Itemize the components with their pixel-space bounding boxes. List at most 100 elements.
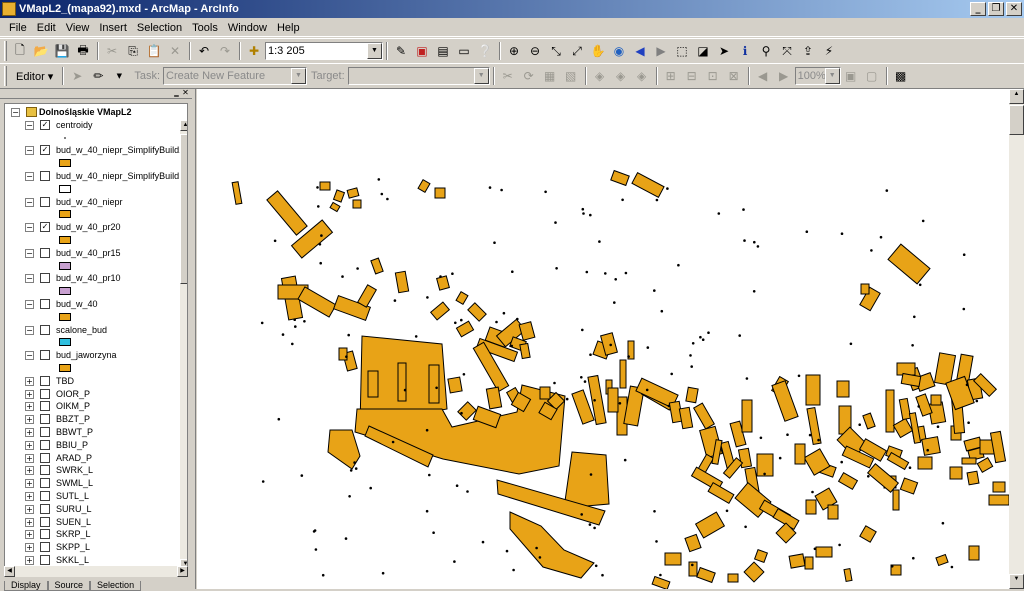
building-polygon[interactable] [992, 481, 1006, 493]
toc-layer-row[interactable]: + BBIU_P [9, 439, 177, 452]
building-polygon[interactable] [607, 387, 619, 413]
layer-symbol-row[interactable] [9, 311, 177, 324]
building-polygon[interactable] [370, 257, 384, 275]
go-to-xy-icon[interactable]: ⇪ [798, 41, 818, 61]
scroll-thumb[interactable] [1009, 105, 1024, 135]
measure-icon[interactable]: ⤧ [777, 41, 797, 61]
collapse-icon[interactable]: − [25, 171, 34, 181]
redo-icon[interactable]: ↷ [215, 41, 235, 61]
building-polygon[interactable] [915, 393, 933, 417]
collapse-icon[interactable]: − [11, 108, 20, 117]
menu-window[interactable]: Window [223, 22, 272, 34]
layer-symbol-row[interactable] [9, 285, 177, 298]
building-polygon[interactable] [741, 399, 753, 433]
whats-this-icon[interactable]: ❔ [475, 41, 495, 61]
building-polygon[interactable] [319, 181, 331, 191]
close-button[interactable]: ✕ [1006, 2, 1022, 16]
add-data-icon[interactable]: ✚ [244, 41, 264, 61]
building-polygon[interactable] [968, 545, 980, 561]
building-polygon[interactable] [707, 481, 735, 505]
toc-layer-row[interactable]: − scalone_bud [9, 324, 177, 337]
back-arrow-icon[interactable]: ◀ [630, 41, 650, 61]
building-polygon[interactable] [694, 511, 726, 539]
building-polygon[interactable] [885, 389, 895, 433]
toc-layer-row[interactable]: − bud_w_40_pr10 [9, 272, 177, 285]
toc-layer-row[interactable]: − ✓ bud_w_40_niepr_SimplifyBuild1 [9, 144, 184, 157]
open-folder-icon[interactable]: 📂 [31, 41, 51, 61]
layer-visibility-checkbox[interactable] [40, 542, 50, 553]
building-polygon[interactable] [509, 511, 595, 579]
building-polygon[interactable] [455, 320, 475, 338]
layer-visibility-checkbox[interactable] [40, 247, 50, 258]
restore-button[interactable]: ❐ [988, 2, 1004, 16]
editor-toolbar-icon[interactable]: ✎ [391, 41, 411, 61]
layer-visibility-checkbox[interactable] [40, 439, 50, 450]
building-polygon[interactable] [805, 499, 817, 515]
toc-layer-row[interactable]: + OIOR_P [9, 388, 177, 401]
layer-visibility-checkbox[interactable] [40, 490, 50, 501]
sketch-properties-icon[interactable]: ▧ [561, 66, 581, 86]
toc-layer-row[interactable]: + BBZT_P [9, 413, 177, 426]
collapse-icon[interactable]: − [25, 274, 34, 284]
building-polygon[interactable] [771, 380, 799, 422]
layer-visibility-checkbox[interactable] [40, 170, 50, 181]
layer-symbol-row[interactable] [9, 260, 177, 273]
toc-layer-row[interactable]: − bud_jaworzyna [9, 349, 177, 362]
building-polygon[interactable] [394, 270, 410, 294]
chevron-down-icon[interactable]: ▼ [367, 43, 382, 59]
toc-layer-row[interactable]: + TBD [9, 375, 177, 388]
print-icon[interactable]: 🖶 [73, 41, 93, 61]
fixed-zoom-in-icon[interactable]: ⤡ [546, 41, 566, 61]
expand-icon[interactable]: + [25, 555, 34, 565]
toc-layer-row[interactable]: − bud_w_40_niepr_SimplifyBuild [9, 170, 179, 183]
toc-layer-row[interactable]: − bud_w_40_niepr [9, 196, 177, 209]
layer-visibility-checkbox[interactable]: ✓ [40, 119, 50, 130]
building-polygon[interactable] [651, 575, 671, 589]
chevron-down-icon[interactable]: ▼ [291, 68, 307, 84]
scroll-up-icon[interactable]: ▲ [180, 120, 187, 131]
layer-visibility-checkbox[interactable] [40, 465, 50, 476]
task-combo[interactable]: Create New Feature ▼ [163, 67, 308, 85]
building-polygon[interactable] [837, 471, 859, 491]
layer-visibility-checkbox[interactable] [40, 516, 50, 527]
undo-icon[interactable]: ↶ [194, 41, 214, 61]
building-polygon[interactable] [329, 201, 341, 213]
split-tool-icon[interactable]: ✂ [498, 66, 518, 86]
building-polygon[interactable] [930, 394, 942, 406]
layer-visibility-checkbox[interactable] [40, 273, 50, 284]
layout-zoom-in-icon[interactable]: ⊞ [661, 66, 681, 86]
layer-symbol-row[interactable] [9, 208, 177, 221]
building-polygon[interactable] [976, 456, 994, 474]
expand-icon[interactable]: + [25, 504, 34, 514]
building-polygon[interactable] [346, 187, 360, 199]
target-combo[interactable]: ▼ [347, 67, 490, 85]
toc-group-row[interactable]: − Dolnośląskie VMapL2 [9, 106, 177, 119]
building-polygon[interactable] [899, 477, 919, 495]
building-polygon[interactable] [887, 243, 931, 285]
layer-visibility-checkbox[interactable]: ✓ [40, 145, 50, 156]
layer-visibility-checkbox[interactable] [40, 298, 50, 309]
tab-source[interactable]: Source [47, 581, 91, 591]
building-polygon[interactable] [467, 302, 487, 322]
sketch-tool-dropdown-icon[interactable]: ▼ [109, 66, 129, 86]
attributes-icon[interactable]: ▦ [540, 66, 560, 86]
layout-forward-icon[interactable]: ▶ [774, 66, 794, 86]
chevron-down-icon[interactable]: ▼ [824, 68, 840, 84]
layout-back-icon[interactable]: ◀ [753, 66, 773, 86]
building-polygon[interactable] [447, 376, 463, 394]
map-canvas[interactable] [197, 89, 1009, 589]
building-polygon[interactable] [619, 359, 627, 389]
building-polygon[interactable] [917, 456, 933, 470]
tab-display[interactable]: Display [4, 581, 48, 591]
map-view[interactable] [197, 89, 1009, 589]
building-polygon[interactable] [332, 189, 346, 203]
building-polygon[interactable] [678, 406, 694, 430]
copy-icon[interactable]: ⎘ [123, 41, 143, 61]
window-icon[interactable]: ▭ [454, 41, 474, 61]
building-polygon[interactable] [338, 347, 348, 361]
toc-layer-row[interactable]: − ✓ bud_w_40_pr20 [9, 221, 177, 234]
layer-visibility-checkbox[interactable] [40, 324, 50, 335]
layout-zoom-combo[interactable]: 100% ▼ [794, 67, 841, 85]
expand-icon[interactable]: + [25, 530, 34, 540]
map-vertical-scrollbar[interactable]: ▲ ▼ [1009, 89, 1024, 589]
